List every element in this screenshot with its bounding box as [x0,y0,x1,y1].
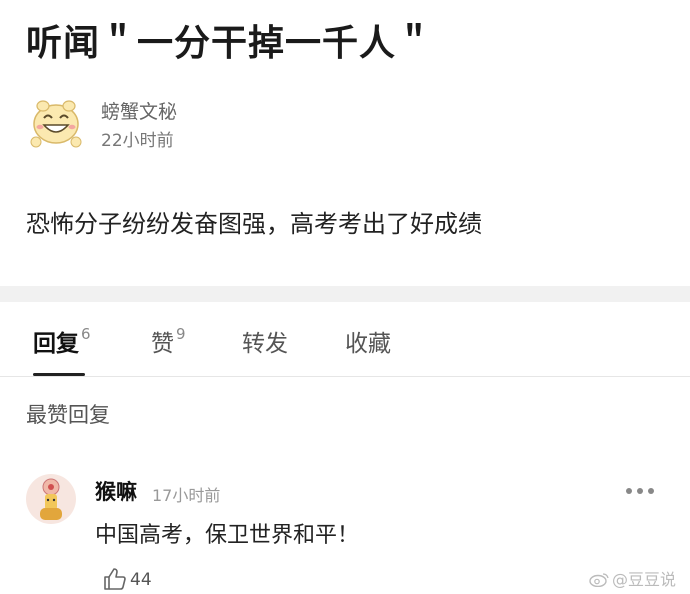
tab-reposts[interactable]: 转发 [242,324,288,358]
watermark: @豆豆说 [588,566,676,590]
section-divider [0,286,690,302]
post-title: 听闻＂一分干掉一千人＂ [26,23,434,64]
character-icon [40,478,62,520]
tab-replies[interactable]: 回复 6 [33,324,91,358]
tab-favorites-label: 收藏 [345,331,391,357]
commenter-name[interactable]: 猴嘛 [95,476,137,506]
active-tab-indicator [33,373,85,376]
tab-bar: 回复 6 赞9 转发 收藏 [0,302,690,377]
tab-reposts-label: 转发 [242,331,288,357]
section-title: 最赞回复 [26,403,110,427]
tab-likes[interactable]: 赞9 [151,324,186,358]
tab-replies-count: 6 [81,325,91,343]
author-name[interactable]: 螃蟹文秘 [101,97,177,124]
more-options-icon[interactable] [626,488,656,496]
tab-favorites[interactable]: 收藏 [345,324,391,358]
author-avatar[interactable] [28,94,84,150]
thumbs-up-icon [104,568,126,590]
comment-timestamp: 17小时前 [152,486,221,505]
watermark-text: @豆豆说 [612,570,677,589]
tab-likes-count: 9 [176,325,186,343]
commenter-avatar[interactable] [26,474,76,524]
like-count: 44 [130,570,152,590]
weibo-icon [589,573,609,587]
tab-replies-label: 回复 [33,331,79,357]
laughing-cartoon-icon [30,100,82,148]
post-content: 恐怖分子纷纷发奋图强，高考考出了好成绩 [26,210,482,238]
comment-text: 中国高考，保卫世界和平！ [95,523,360,548]
tab-likes-label: 赞 [151,331,174,357]
post-timestamp: 22小时前 [101,131,174,151]
